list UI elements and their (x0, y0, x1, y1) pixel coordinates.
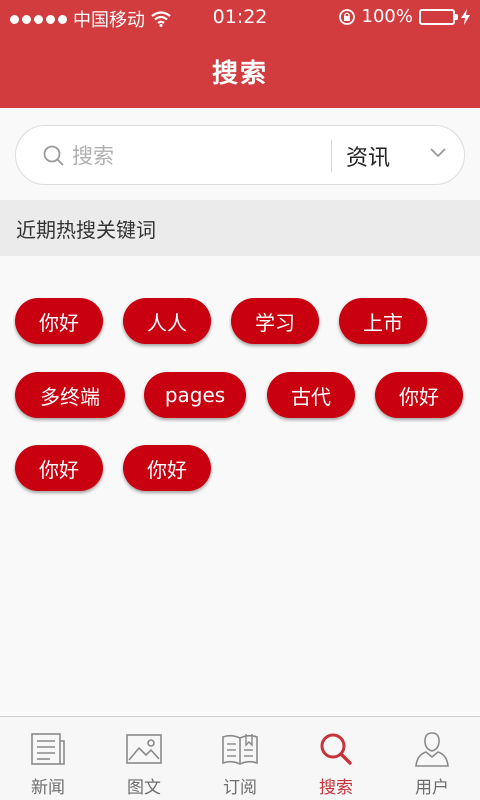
tab-label: 用户 (415, 778, 449, 798)
tab-search[interactable]: 搜索 (288, 717, 384, 800)
charging-icon (461, 8, 470, 25)
nav-bar: 搜索 (0, 34, 480, 108)
tab-images[interactable]: 图文 (96, 717, 192, 800)
hot-keyword-tag[interactable]: 你好 (123, 445, 211, 491)
chevron-down-icon (430, 148, 446, 158)
search-icon (43, 145, 64, 166)
tab-subscribe[interactable]: 订阅 (192, 717, 288, 800)
hot-keyword-tag[interactable]: 你好 (15, 298, 103, 344)
hot-keyword-tag[interactable]: 上市 (339, 298, 427, 344)
hot-keywords-header: 近期热搜关键词 (0, 200, 480, 256)
category-label: 资讯 (346, 146, 391, 171)
newspaper-icon (31, 733, 65, 765)
tab-bar: 新闻 图文 订阅 搜索 用户 (0, 716, 480, 800)
hot-keyword-tag[interactable]: 多终端 (15, 372, 125, 418)
hot-keyword-tag[interactable]: 人人 (123, 298, 211, 344)
search-icon (320, 733, 352, 765)
hot-keyword-tag[interactable]: 学习 (231, 298, 319, 344)
tab-news[interactable]: 新闻 (0, 717, 96, 800)
tab-label: 新闻 (31, 778, 65, 798)
search-box: 资讯 (15, 125, 465, 185)
image-icon (126, 734, 162, 764)
battery-icon (419, 8, 458, 25)
hot-keyword-tag[interactable]: 古代 (267, 372, 355, 418)
book-icon (222, 734, 258, 765)
tab-label: 订阅 (223, 778, 257, 798)
page-title: 搜索 (211, 58, 268, 89)
tab-user[interactable]: 用户 (384, 717, 480, 800)
tab-label: 图文 (127, 778, 161, 798)
hot-keyword-tag[interactable]: 你好 (15, 445, 103, 491)
battery-percent: 100% (361, 6, 413, 27)
hot-keyword-tag[interactable]: pages (144, 372, 246, 418)
hot-keyword-tag[interactable]: 你好 (375, 372, 463, 418)
status-right: 100% (338, 6, 470, 27)
tab-label: 搜索 (319, 778, 353, 798)
search-input[interactable] (72, 138, 322, 174)
search-divider (331, 140, 332, 172)
status-bar: 中国移动 01:22 100% (0, 0, 480, 34)
user-icon (415, 732, 449, 767)
category-dropdown[interactable]: 资讯 (334, 126, 464, 184)
rotation-lock-icon (338, 8, 355, 25)
